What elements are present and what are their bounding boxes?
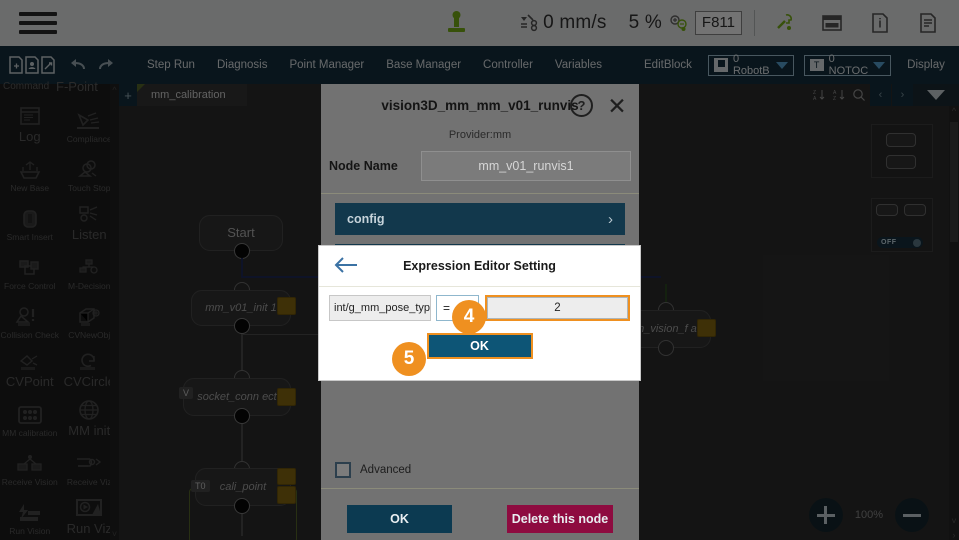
- expression-editor-title: Expression Editor Setting: [403, 259, 556, 273]
- node-dialog-buttons: OK Delete this node: [321, 505, 639, 533]
- advanced-checkbox[interactable]: Advanced: [335, 462, 411, 478]
- expression-ok-row: OK: [319, 333, 640, 359]
- node-dialog-title: vision3D_mm_mm_v01_runvis: [381, 98, 579, 113]
- node-name-input[interactable]: mm_v01_runvis1: [421, 151, 631, 181]
- node-dialog-divider: [321, 193, 639, 194]
- expression-editor-header: Expression Editor Setting: [319, 246, 640, 287]
- node-name-label: Node Name: [329, 159, 398, 173]
- section-config-label: config: [347, 212, 385, 226]
- expression-value-input[interactable]: 2: [485, 295, 630, 321]
- back-arrow-icon[interactable]: [333, 255, 359, 277]
- expression-variable-input[interactable]: int/g_mm_pose_typ: [329, 295, 431, 321]
- expression-ok-button[interactable]: OK: [426, 333, 533, 359]
- chevron-right-icon: ›: [608, 210, 613, 228]
- section-config[interactable]: config ›: [335, 203, 625, 235]
- close-icon[interactable]: ✕: [603, 92, 631, 120]
- node-dialog-header: vision3D_mm_mm_v01_runvis ? ✕: [321, 84, 639, 127]
- node-dialog-footer-divider: [321, 488, 639, 489]
- node-ok-button[interactable]: OK: [347, 505, 452, 533]
- node-name-row: Node Name mm_v01_runvis1: [321, 151, 639, 181]
- checkbox-box: [335, 462, 351, 478]
- advanced-label: Advanced: [360, 464, 412, 476]
- step-marker-5: 5: [392, 342, 426, 376]
- help-icon[interactable]: ?: [570, 94, 593, 117]
- step-marker-4: 4: [452, 300, 486, 334]
- delete-node-button[interactable]: Delete this node: [507, 505, 613, 533]
- node-provider-label: Provider:mm: [448, 129, 512, 141]
